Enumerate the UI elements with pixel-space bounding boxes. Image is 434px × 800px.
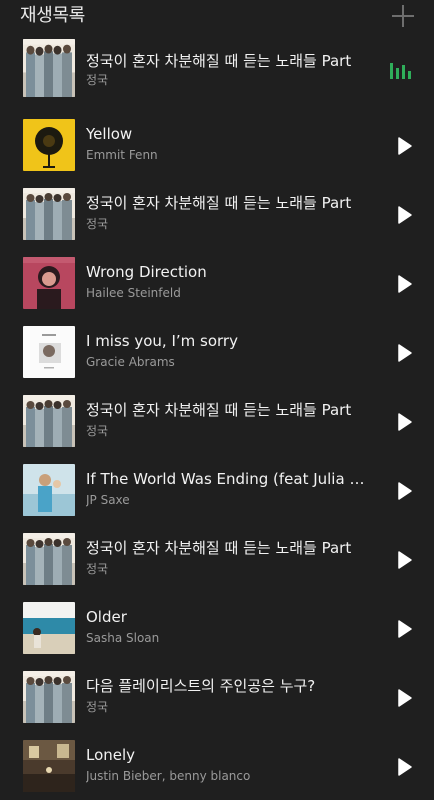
- album-art: [23, 671, 75, 723]
- track-title: Yellow: [86, 125, 133, 143]
- play-button[interactable]: [392, 410, 416, 434]
- play-button[interactable]: [392, 134, 416, 158]
- track-artist: Justin Bieber, benny blanco: [86, 769, 251, 783]
- playlist-item[interactable]: Yellow Emmit Fenn: [0, 110, 434, 179]
- play-button[interactable]: [392, 755, 416, 779]
- playlist-item[interactable]: I miss you, I’m sorry Gracie Abrams: [0, 317, 434, 386]
- play-icon: [398, 275, 412, 293]
- track-artist: 정국: [86, 73, 109, 87]
- track-title: Lonely: [86, 746, 136, 764]
- track-title: 정국이 혼자 차분해질 때 듣는 노래들 Part: [86, 194, 352, 212]
- now-playing-indicator: [388, 61, 412, 81]
- playlist-item[interactable]: 정국이 혼자 차분해질 때 듣는 노래들 Part 정국: [0, 524, 434, 593]
- track-title: 다음 플레이리스트의 주인공은 누구?: [86, 677, 316, 695]
- track-title: Wrong Direction: [86, 263, 207, 281]
- track-artist: 정국: [86, 424, 109, 438]
- track-artist: 정국: [86, 562, 109, 576]
- play-button[interactable]: [392, 341, 416, 365]
- album-art: [23, 119, 75, 171]
- playlist: 정국이 혼자 차분해질 때 듣는 노래들 Part 정국 Yellow Emmit F…: [0, 39, 434, 800]
- add-button[interactable]: [390, 3, 416, 29]
- play-icon: [398, 551, 412, 569]
- track-artist: Emmit Fenn: [86, 148, 158, 162]
- track-artist: JP Saxe: [86, 493, 130, 507]
- play-icon: [398, 137, 412, 155]
- play-button[interactable]: [392, 548, 416, 572]
- play-icon: [398, 758, 412, 776]
- track-title: Older: [86, 608, 127, 626]
- album-art: [23, 602, 75, 654]
- play-icon: [398, 482, 412, 500]
- track-title: 정국이 혼자 차분해질 때 듣는 노래들 Part: [86, 52, 352, 70]
- track-title: If The World Was Ending (feat Julia Mich…: [86, 470, 372, 488]
- track-artist: 정국: [86, 700, 109, 714]
- playlist-item[interactable]: 정국이 혼자 차분해질 때 듣는 노래들 Part 정국: [0, 179, 434, 248]
- album-art: [23, 257, 75, 309]
- page-title: 재생목록: [20, 5, 86, 26]
- track-title: 정국이 혼자 차분해질 때 듣는 노래들 Part: [86, 539, 352, 557]
- track-artist: Gracie Abrams: [86, 355, 175, 369]
- playlist-item[interactable]: 다음 플레이리스트의 주인공은 누구? 정국: [0, 662, 434, 731]
- album-art: [23, 395, 75, 447]
- play-icon: [398, 689, 412, 707]
- play-button[interactable]: [392, 617, 416, 641]
- album-art: [23, 464, 75, 516]
- track-title: 정국이 혼자 차분해질 때 듣는 노래들 Part: [86, 401, 352, 419]
- header: 재생목록: [0, 0, 434, 36]
- playlist-item[interactable]: 정국이 혼자 차분해질 때 듣는 노래들 Part 정국: [0, 39, 434, 110]
- play-button[interactable]: [392, 686, 416, 710]
- play-icon: [398, 344, 412, 362]
- play-icon: [398, 620, 412, 638]
- track-artist: 정국: [86, 217, 109, 231]
- playlist-item[interactable]: Lonely Justin Bieber, benny blanco: [0, 731, 434, 800]
- album-art: [23, 188, 75, 240]
- plus-icon: [392, 5, 414, 27]
- play-button[interactable]: [392, 272, 416, 296]
- track-artist: Sasha Sloan: [86, 631, 160, 645]
- equalizer-icon: [390, 63, 411, 79]
- play-icon: [398, 206, 412, 224]
- album-art: [23, 326, 75, 378]
- album-art: [23, 740, 75, 792]
- play-button[interactable]: [392, 479, 416, 503]
- play-button[interactable]: [392, 203, 416, 227]
- playlist-item[interactable]: Older Sasha Sloan: [0, 593, 434, 662]
- album-art: [23, 39, 75, 97]
- playlist-item[interactable]: If The World Was Ending (feat Julia Mich…: [0, 455, 434, 524]
- track-title: I miss you, I’m sorry: [86, 332, 238, 350]
- album-art: [23, 533, 75, 585]
- playlist-item[interactable]: Wrong Direction Hailee Steinfeld: [0, 248, 434, 317]
- play-icon: [398, 413, 412, 431]
- track-artist: Hailee Steinfeld: [86, 286, 181, 300]
- playlist-item[interactable]: 정국이 혼자 차분해질 때 듣는 노래들 Part 정국: [0, 386, 434, 455]
